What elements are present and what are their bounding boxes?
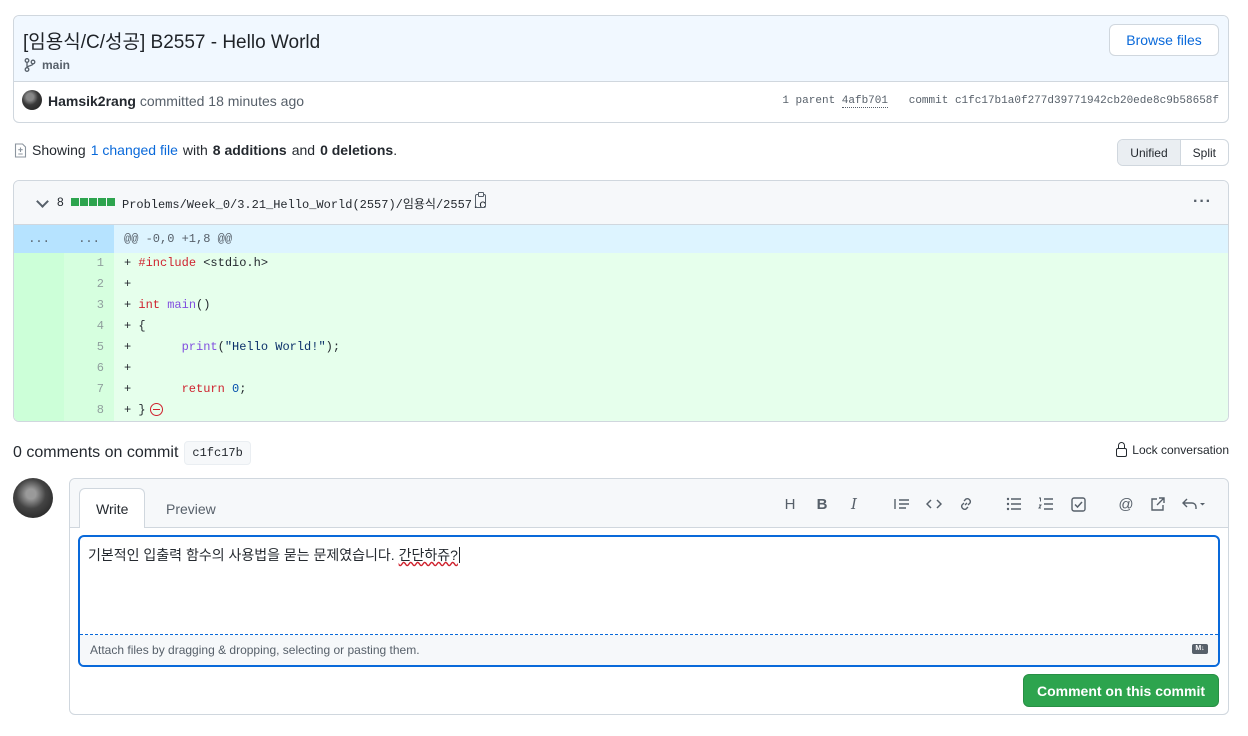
code-line: + } (114, 400, 163, 421)
comment-editor: Write Preview H B I @ 기본적인 입출력 함수의 사용법을 … (69, 478, 1229, 715)
git-branch-icon (24, 58, 36, 72)
code-line: + print("Hello World!"); (124, 340, 341, 354)
comments-count-label: 0 comments on commit (13, 444, 179, 461)
no-newline-icon (149, 403, 163, 417)
tab-write[interactable]: Write (79, 488, 146, 528)
hunk-header-row: ... ... @@ -0,0 +1,8 @@ (14, 225, 1228, 253)
comment-on-commit-button[interactable]: Comment on this commit (1023, 674, 1219, 707)
file-path[interactable]: Problems/Week_0/3.21_Hello_World(2557)/임… (122, 195, 486, 212)
hunk-header: @@ -0,0 +1,8 @@ (124, 232, 233, 246)
diff-line[interactable]: 4 + { (14, 316, 1228, 337)
summary-with: with (182, 142, 208, 158)
comment-textarea[interactable]: 기본적인 입출력 함수의 사용법을 묻는 문제였습니다. 간단하쥬? Attac… (78, 535, 1220, 667)
summary-and: and (291, 142, 316, 158)
commit-prefix: commit (908, 95, 949, 107)
deletions-count: 0 deletions (320, 142, 394, 158)
browse-files-button[interactable]: Browse files (1109, 24, 1219, 56)
copy-path-icon[interactable] (475, 192, 486, 208)
ordered-list-icon[interactable] (1030, 493, 1062, 515)
code-icon[interactable] (918, 493, 950, 515)
changed-files-link[interactable]: 1 changed file (91, 142, 178, 158)
author-avatar[interactable] (22, 90, 42, 110)
task-list-icon[interactable] (1062, 493, 1094, 515)
diff-line[interactable]: 2 + (14, 274, 1228, 295)
parent-sha-link[interactable]: 4afb701 (841, 95, 888, 108)
summary-period: . (393, 142, 398, 158)
line-number[interactable]: 3 (64, 295, 114, 316)
quote-icon[interactable] (886, 493, 918, 515)
comments-heading: 0 comments on commit c1fc17b (13, 441, 251, 465)
committed-time: committed 18 minutes ago (139, 93, 305, 109)
collapse-chevron-icon[interactable] (36, 195, 49, 208)
bold-icon[interactable]: B (806, 493, 838, 515)
markdown-toolbar: H B I @ (774, 493, 1214, 515)
diff-line[interactable]: 6 + (14, 358, 1228, 379)
line-number[interactable]: 8 (64, 400, 114, 421)
heading-icon[interactable]: H (774, 493, 806, 515)
current-user-avatar[interactable] (13, 478, 53, 518)
commit-sha-chip: c1fc17b (184, 441, 251, 465)
commit-title: [임용식/C/성공] B2557 - Hello World (23, 32, 321, 53)
author-name[interactable]: Hamsik2rang (48, 93, 136, 109)
lock-conversation-button[interactable]: Lock conversation (1116, 442, 1229, 457)
commit-title-bar: [임용식/C/성공] B2557 - Hello World main Brow… (14, 16, 1228, 82)
commit-meta: Hamsik2rang committed 18 minutes ago 1 p… (14, 82, 1228, 122)
comment-text-main: 기본적인 입출력 함수의 사용법을 묻는 문제였습니다. (88, 547, 395, 563)
line-number[interactable]: 2 (64, 274, 114, 295)
additions-count: 8 additions (212, 142, 287, 158)
diff-summary: Showing 1 changed file with 8 additions … (14, 142, 397, 158)
diff-view-toggle: Unified Split (1117, 139, 1229, 166)
line-number[interactable]: 7 (64, 379, 114, 400)
comment-text-misspelled: 간단하쥬? (398, 547, 458, 563)
commit-sha: commit c1fc17b1a0f277d39771942cb20ede8c9… (909, 95, 1219, 107)
line-number[interactable]: 1 (64, 253, 114, 274)
branch-name: main (42, 58, 71, 72)
branch-indicator[interactable]: main (24, 58, 70, 72)
code-line: + (124, 361, 139, 375)
markdown-icon[interactable]: M↓ (1192, 644, 1208, 654)
unordered-list-icon[interactable] (998, 493, 1030, 515)
code-line: + int main() (124, 298, 211, 312)
tab-preview[interactable]: Preview (150, 488, 232, 529)
parent-prefix: 1 parent (782, 95, 836, 107)
comment-text: 기본적인 입출력 함수의 사용법을 묻는 문제였습니다. 간단하쥬? (80, 537, 1218, 635)
code-line: + #include <stdio.h> (124, 256, 269, 270)
lock-icon (1116, 442, 1128, 457)
mention-icon[interactable]: @ (1110, 493, 1142, 515)
diff-line[interactable]: 1 + #include <stdio.h> (14, 253, 1228, 274)
cross-reference-icon[interactable] (1142, 493, 1174, 515)
diff-line[interactable]: 7 + return 0; (14, 379, 1228, 400)
commit-author-line: Hamsik2rang committed 18 minutes ago (48, 93, 304, 109)
diff-file-header: 8 Problems/Week_0/3.21_Hello_World(2557)… (14, 181, 1228, 225)
commit-header: [임용식/C/성공] B2557 - Hello World main Brow… (13, 15, 1229, 123)
expand-down-button[interactable]: ... (64, 225, 114, 253)
diffstat-count: 8 (57, 195, 64, 209)
file-diff-icon (14, 142, 27, 158)
diff-file: 8 Problems/Week_0/3.21_Hello_World(2557)… (13, 180, 1229, 422)
editor-tab-bar: Write Preview H B I @ (70, 479, 1228, 528)
expand-up-button[interactable]: ... (14, 225, 64, 253)
unified-view-button[interactable]: Unified (1118, 140, 1181, 165)
line-number[interactable]: 6 (64, 358, 114, 379)
commit-sha-value: c1fc17b1a0f277d39771942cb20ede8c9b58658f (954, 95, 1219, 107)
lock-label: Lock conversation (1132, 443, 1229, 457)
parent-commit: 1 parent 4afb701 (782, 95, 888, 108)
attach-hint: Attach files by dragging & dropping, sel… (90, 643, 420, 657)
summary-showing: Showing (32, 142, 86, 158)
diff-line[interactable]: 8 + } (14, 400, 1228, 421)
saved-replies-icon[interactable] (1174, 493, 1214, 515)
code-line: + (124, 277, 139, 291)
link-icon[interactable] (950, 493, 982, 515)
split-view-button[interactable]: Split (1181, 140, 1228, 165)
diffstat-bar (71, 198, 115, 206)
file-options-icon[interactable]: ··· (1193, 193, 1212, 211)
code-line: + return 0; (124, 382, 247, 396)
line-number[interactable]: 5 (64, 337, 114, 358)
diff-line[interactable]: 3 + int main() (14, 295, 1228, 316)
attach-files-area[interactable]: Attach files by dragging & dropping, sel… (80, 635, 1218, 665)
diff-line[interactable]: 5 + print("Hello World!"); (14, 337, 1228, 358)
italic-icon[interactable]: I (838, 493, 870, 515)
line-number[interactable]: 4 (64, 316, 114, 337)
code-line: + { (124, 319, 146, 333)
